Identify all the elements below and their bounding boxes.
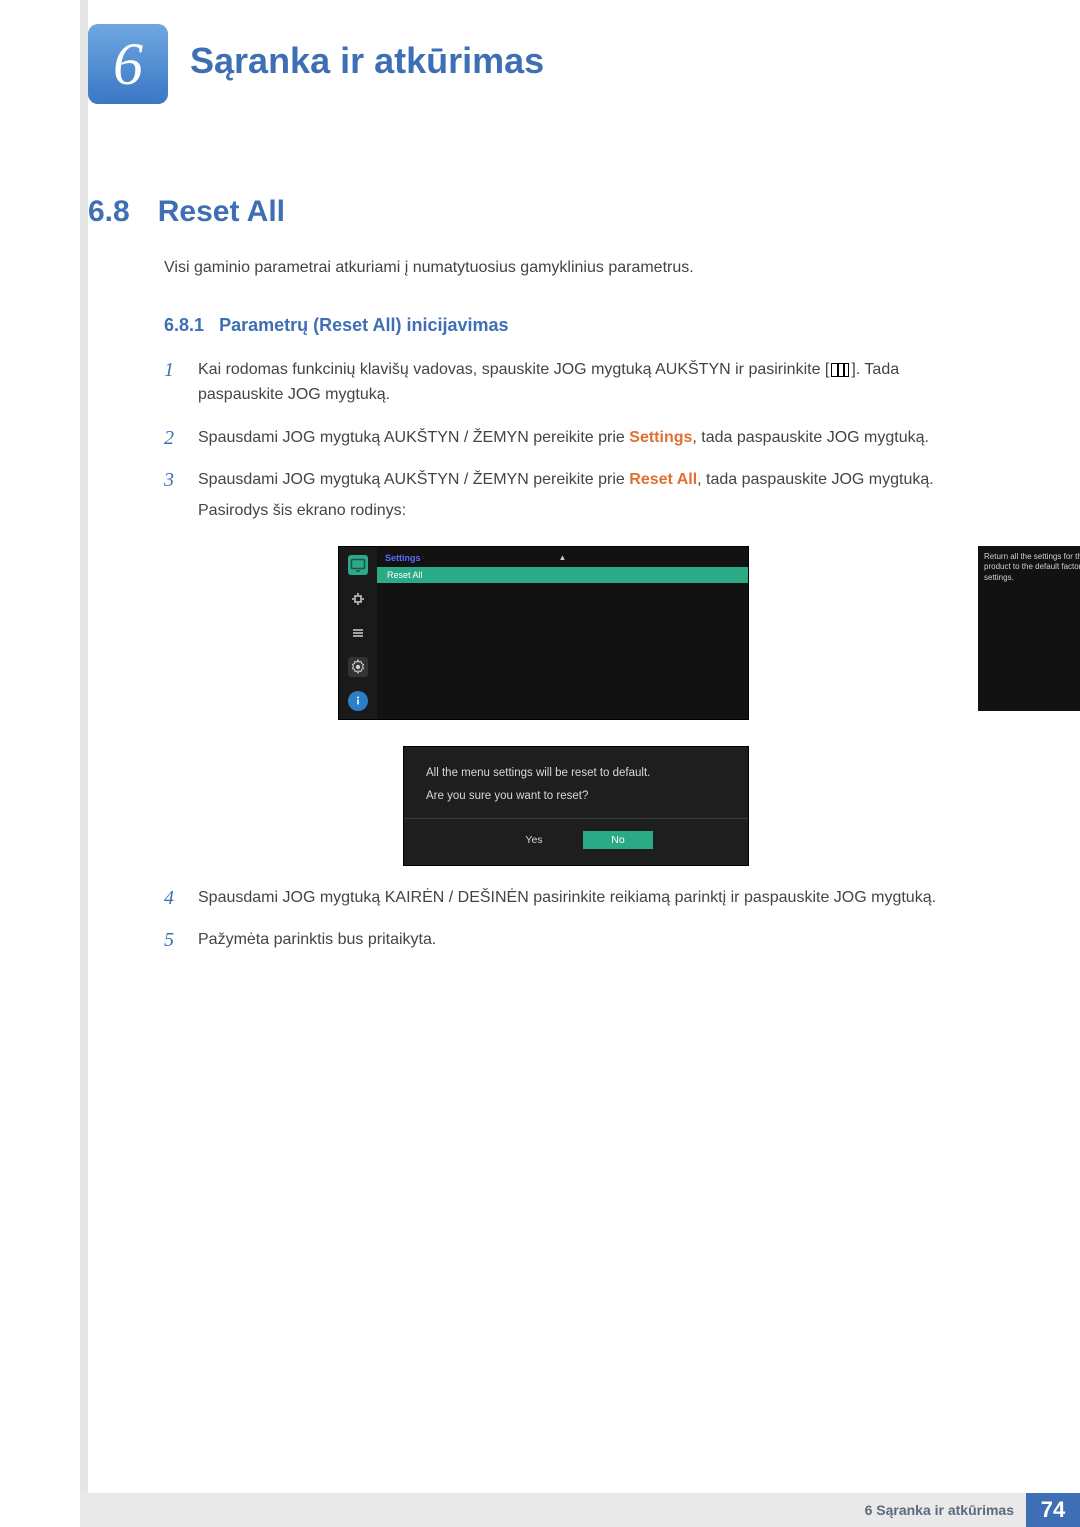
dialog-buttons: Yes No [426, 831, 726, 849]
subsection-heading: 6.8.1 Parametrų (Reset All) inicijavimas [164, 315, 978, 336]
content-area: 6.8 Reset All Visi gaminio parametrai at… [88, 195, 978, 953]
step-number: 3 [164, 468, 182, 492]
page-footer: 6 Sąranka ir atkūrimas 74 [0, 1493, 1080, 1527]
gear-icon [348, 657, 368, 677]
osd-menu: Settings ▲ Reset All Return all the sett… [338, 546, 749, 720]
arrow-up-icon: ▲ [559, 553, 567, 562]
section-title: Reset All [158, 195, 285, 229]
dialog-question: Are you sure you want to reset? [426, 790, 726, 802]
osd-item-reset-all[interactable]: Reset All [377, 567, 748, 583]
step-number: 2 [164, 426, 182, 450]
step-5: 5 Pažymėta parinktis bus pritaikyta. [164, 928, 978, 953]
reset-confirm-dialog: All the menu settings will be reset to d… [403, 746, 749, 866]
step-list-2: 4 Spausdami JOG mygtuką KAIRĖN / DEŠINĖN… [164, 886, 978, 954]
step-number: 5 [164, 928, 182, 952]
osd-main: Settings ▲ Reset All [377, 547, 748, 719]
subsection-title: Parametrų (Reset All) inicijavimas [219, 315, 508, 335]
step-text: Pažymėta parinktis bus pritaikyta. [198, 928, 436, 953]
step-number: 4 [164, 886, 182, 910]
osd-hint-text: Return all the settings for the product … [978, 546, 1080, 711]
step-3-note: Pasirodys šis ekrano rodinys: [198, 499, 934, 524]
monitor-icon [348, 555, 368, 575]
step-list: 1 Kai rodomas funkcinių klavišų vadovas,… [164, 358, 978, 524]
footer-page-number: 74 [1026, 1493, 1080, 1527]
osd-sidebar [339, 547, 377, 719]
step-3: 3 Spausdami JOG mygtuką AUKŠTYN / ŽEMYN … [164, 468, 978, 524]
step-text: Spausdami JOG mygtuką AUKŠTYN / ŽEMYN pe… [198, 426, 929, 451]
section-intro: Visi gaminio parametrai atkuriami į numa… [164, 259, 978, 277]
footer-chapter-title: 6 Sąranka ir atkūrimas [80, 1493, 1026, 1527]
info-icon [348, 691, 368, 711]
dialog-message: All the menu settings will be reset to d… [426, 765, 726, 782]
subsection-number: 6.8.1 [164, 315, 204, 335]
osd-body [377, 583, 748, 713]
osd-screenshot-wrap: Settings ▲ Reset All Return all the sett… [88, 546, 978, 720]
step-2: 2 Spausdami JOG mygtuką AUKŠTYN / ŽEMYN … [164, 426, 978, 451]
keyword-reset-all: Reset All [629, 471, 697, 488]
step-text: Spausdami JOG mygtuką KAIRĖN / DEŠINĖN p… [198, 886, 936, 911]
chapter-number-badge: 6 [88, 24, 168, 104]
keyword-settings: Settings [629, 429, 692, 446]
menu-icon [831, 363, 849, 377]
step-number: 1 [164, 358, 182, 382]
page-margin-strip [80, 0, 88, 1527]
dialog-divider [404, 818, 748, 819]
yes-button[interactable]: Yes [499, 831, 569, 849]
no-button[interactable]: No [583, 831, 653, 849]
step-4: 4 Spausdami JOG mygtuką KAIRĖN / DEŠINĖN… [164, 886, 978, 911]
step-1: 1 Kai rodomas funkcinių klavišų vadovas,… [164, 358, 978, 408]
step-text: Spausdami JOG mygtuką AUKŠTYN / ŽEMYN pe… [198, 468, 934, 524]
section-heading: 6.8 Reset All [88, 195, 978, 229]
resize-icon [348, 589, 368, 609]
section-number: 6.8 [88, 195, 130, 229]
step-text: Kai rodomas funkcinių klavišų vadovas, s… [198, 358, 978, 408]
osd-title: Settings [385, 553, 421, 563]
osd-title-row: Settings ▲ [377, 547, 748, 567]
list-icon [348, 623, 368, 643]
chapter-title: Sąranka ir atkūrimas [190, 40, 544, 82]
